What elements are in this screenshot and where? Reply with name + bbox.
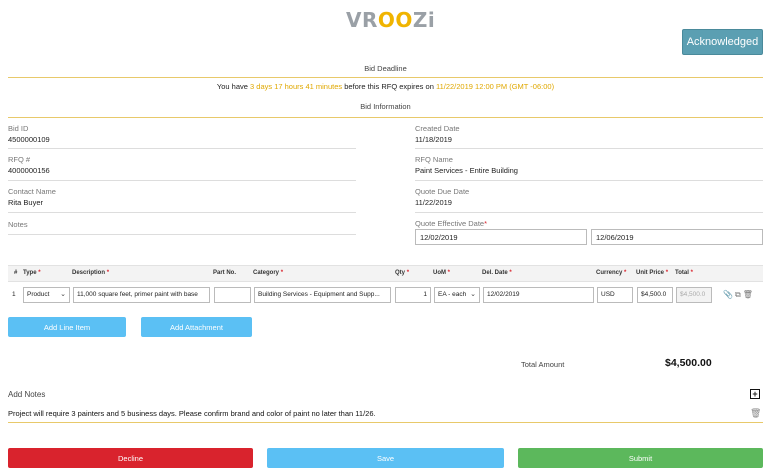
category-input[interactable]: Building Services - Equipment and Supp..… <box>254 287 391 303</box>
deadline-message: You have 3 days 17 hours 41 minutes befo… <box>8 82 763 91</box>
deadline-expires: 11/22/2019 12:00 PM (GMT -06:00) <box>435 82 555 91</box>
col-total: Total * <box>675 270 693 276</box>
total-amount-label: Total Amount <box>521 360 565 369</box>
row-actions: 📎⧉🗑 <box>723 290 755 300</box>
col-uom: UoM * <box>433 270 451 276</box>
quote-due-date-value: 11/22/2019 <box>415 198 452 207</box>
deadline-middle: before this RFQ expires on <box>342 82 436 91</box>
add-notes-label: Add Notes <box>8 390 46 399</box>
uom-select[interactable]: EA - each ⌄ <box>434 287 480 303</box>
del-date-input[interactable]: 12/02/2019 <box>483 287 594 303</box>
logo-part-2: OO <box>377 8 413 32</box>
effective-to-input[interactable]: 12/06/2019 <box>591 229 763 245</box>
field-underline <box>8 180 356 181</box>
divider <box>8 77 763 78</box>
col-category-text: Category <box>253 270 280 276</box>
type-select-value: Product <box>27 291 50 298</box>
unit-price-input[interactable]: $4,500.0 <box>637 287 673 303</box>
col-qty: Qty * <box>395 270 410 276</box>
col-del-date-text: Del. Date <box>482 270 508 276</box>
total-amount-value: $4,500.00 <box>665 357 712 369</box>
required-marker: * <box>484 219 487 228</box>
rfq-number-label: RFQ # <box>8 155 31 164</box>
add-attachment-button[interactable]: Add Attachment <box>141 317 252 337</box>
col-currency: Currency * <box>596 270 627 276</box>
row-number: 1 <box>12 291 16 298</box>
col-total-text: Total <box>675 270 689 276</box>
bid-information-heading: Bid Information <box>360 102 411 111</box>
col-category: Category * <box>253 270 284 276</box>
col-qty-text: Qty <box>395 270 406 276</box>
table-row: 1 Product ⌄ 11,000 square feet, primer pa… <box>8 284 763 306</box>
field-underline <box>415 180 763 181</box>
decline-button[interactable]: Decline <box>8 448 253 468</box>
bid-id-value: 4500000109 <box>8 135 50 144</box>
col-type: Type * <box>23 270 41 276</box>
logo-part-3: Zi <box>412 8 436 32</box>
note-text: Project will require 3 painters and 5 bu… <box>8 409 376 418</box>
created-date-label: Created Date <box>415 124 460 133</box>
logo-part-1: VR <box>346 8 378 32</box>
col-part-no: Part No. <box>213 270 237 276</box>
acknowledged-button[interactable]: Acknowledged <box>682 29 763 55</box>
trash-icon[interactable]: 🗑 <box>743 290 755 299</box>
paperclip-icon[interactable]: 📎 <box>723 290 735 299</box>
created-date-value: 11/18/2019 <box>415 135 452 144</box>
col-num: # <box>14 270 18 276</box>
line-items-header: # Type * Description * Part No. Category… <box>8 265 763 282</box>
rfq-name-value: Paint Services - Entire Building <box>415 166 518 175</box>
save-button[interactable]: Save <box>267 448 504 468</box>
deadline-prefix: You have <box>216 82 251 91</box>
quote-effective-date-label: Quote Effective Date* <box>415 219 487 228</box>
type-select[interactable]: Product ⌄ <box>23 287 70 303</box>
total-field: $4,500.0 <box>676 287 712 303</box>
col-uom-text: UoM <box>433 270 446 276</box>
copy-icon[interactable]: ⧉ <box>735 290 743 299</box>
plus-box-icon[interactable]: + <box>750 389 760 399</box>
divider <box>8 422 763 423</box>
quote-due-date-label: Quote Due Date <box>415 187 470 196</box>
col-unit-price: Unit Price * <box>636 270 669 276</box>
rfq-number-value: 4000000156 <box>8 166 50 175</box>
chevron-down-icon: ⌄ <box>60 291 66 298</box>
col-del-date: Del. Date * <box>482 270 512 276</box>
notes-field[interactable] <box>8 234 356 235</box>
field-underline <box>415 148 763 149</box>
field-underline <box>8 212 356 213</box>
trash-icon[interactable]: 🗑 <box>750 408 761 419</box>
bid-deadline-heading: Bid Deadline <box>364 64 407 73</box>
col-description-text: Description <box>72 270 106 276</box>
field-underline <box>8 148 356 149</box>
contact-name-value: Rita Buyer <box>8 198 44 207</box>
vroozi-logo: VROOZi <box>346 8 435 32</box>
deadline-remaining: 3 days 17 hours 41 minutes <box>250 82 343 91</box>
uom-select-value: EA - each <box>438 291 467 298</box>
col-unit-price-text: Unit Price <box>636 270 665 276</box>
rfq-name-label: RFQ Name <box>415 155 453 164</box>
divider <box>8 117 763 118</box>
bid-id-label: Bid ID <box>8 124 29 133</box>
chevron-down-icon: ⌄ <box>470 291 476 298</box>
col-currency-text: Currency <box>596 270 623 276</box>
part-no-input[interactable] <box>214 287 251 303</box>
quote-effective-date-text: Quote Effective Date <box>415 219 485 228</box>
notes-label: Notes <box>8 220 28 229</box>
currency-input[interactable]: USD <box>597 287 633 303</box>
qty-input[interactable]: 1 <box>395 287 431 303</box>
add-line-item-button[interactable]: Add Line Item <box>8 317 126 337</box>
description-input[interactable]: 11,000 square feet, primer paint with ba… <box>73 287 210 303</box>
submit-button[interactable]: Submit <box>518 448 763 468</box>
col-type-text: Type <box>23 270 37 276</box>
contact-name-label: Contact Name <box>8 187 56 196</box>
effective-from-input[interactable]: 12/02/2019 <box>415 229 587 245</box>
col-description: Description * <box>72 270 110 276</box>
field-underline <box>415 212 763 213</box>
